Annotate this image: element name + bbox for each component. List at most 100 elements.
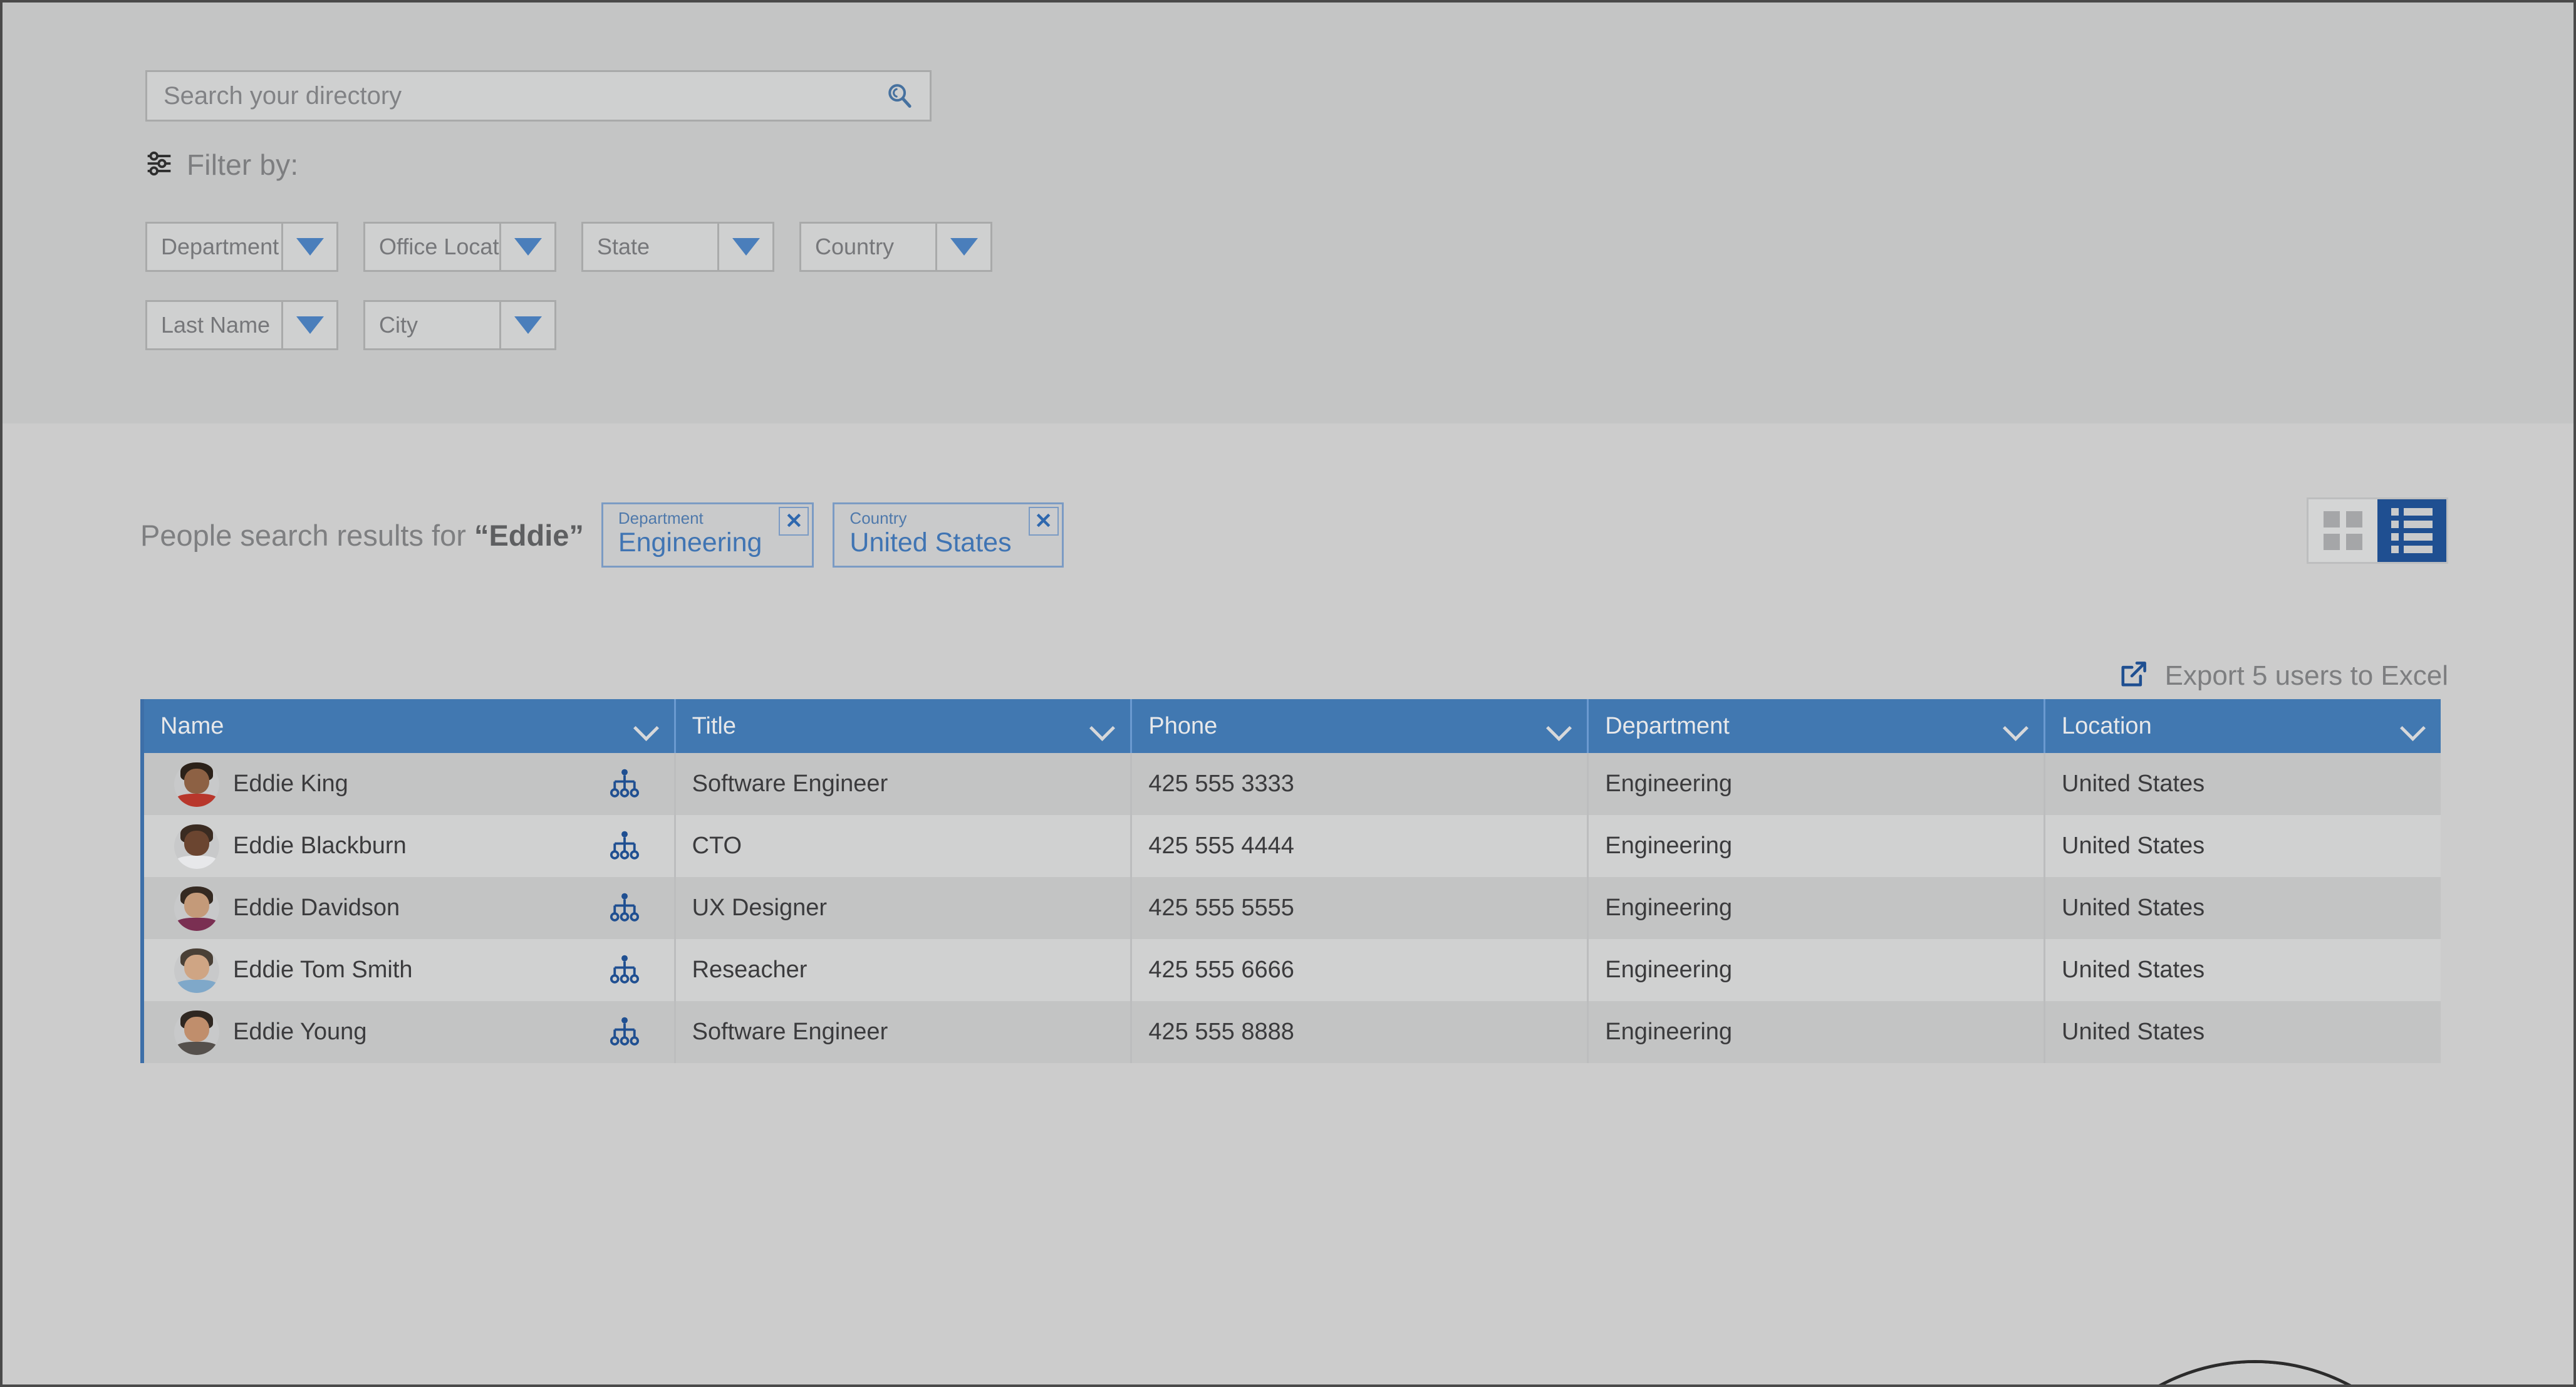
chevron-down-icon[interactable]: [935, 224, 990, 270]
cell-name[interactable]: Eddie Young: [144, 1001, 676, 1063]
sliders-icon-glyph: [147, 151, 171, 175]
person-department: Engineering: [1605, 895, 1733, 921]
filter-dropdown-office-location[interactable]: Office Location: [363, 222, 556, 272]
cell-title: Software Engineer: [676, 1001, 1133, 1063]
export-to-excel-button[interactable]: Export 5 users to Excel: [2119, 659, 2448, 692]
person-name: Eddie Blackburn: [233, 833, 407, 859]
chevron-down-icon[interactable]: [717, 224, 772, 270]
person-location: United States: [2062, 895, 2205, 921]
person-title: Reseacher: [692, 957, 808, 983]
table-row[interactable]: Eddie Young Software Engineer 425 555 8888…: [144, 1001, 2441, 1063]
person-phone: 425 555 5555: [1148, 895, 1294, 921]
list-view-button[interactable]: [2377, 499, 2446, 562]
grid-view-icon: [2324, 511, 2362, 550]
loupe-row: United States: [2056, 1363, 2454, 1384]
person-title: UX Designer: [692, 895, 828, 921]
cell-phone: 425 555 3333: [1132, 753, 1589, 815]
results-title-prefix: People search results for: [140, 518, 474, 552]
cell-department: Engineering: [1589, 815, 2046, 877]
person-title: Software Engineer: [692, 1019, 888, 1045]
filter-dropdown-state[interactable]: State: [581, 222, 774, 272]
person-phone: 425 555 4444: [1148, 833, 1294, 859]
person-phone: 425 555 8888: [1148, 1019, 1294, 1045]
close-icon[interactable]: ✕: [1028, 507, 1059, 536]
search-box[interactable]: [145, 70, 932, 122]
chevron-down-icon[interactable]: [281, 302, 336, 348]
table-row[interactable]: Eddie Davidson UX Designer 425 555 5555 Eng…: [144, 877, 2441, 939]
org-chart-icon[interactable]: [608, 829, 641, 863]
person-location: United States: [2062, 957, 2205, 983]
results-query: “Eddie”: [474, 518, 584, 552]
filter-dropdown-grid: Department Office Location State Country…: [145, 222, 1837, 378]
external-link-icon: [2119, 659, 2149, 692]
chevron-down-icon[interactable]: [499, 302, 554, 348]
filter-dropdown-label: Department: [161, 234, 279, 259]
person-name: Eddie Davidson: [233, 895, 400, 921]
table-header-row: Name Title Phone Department Location: [144, 699, 2441, 753]
cell-title: Reseacher: [676, 939, 1133, 1001]
results-header: People search results for “Eddie” Depart…: [140, 502, 1083, 568]
export-to-excel-label: Export 5 users to Excel: [2164, 660, 2448, 691]
avatar: [174, 761, 219, 807]
chevron-down-icon[interactable]: [499, 224, 554, 270]
grid-view-button[interactable]: [2309, 499, 2377, 562]
chevron-down-icon[interactable]: [1548, 719, 1571, 733]
column-header-label: Name: [160, 712, 224, 739]
filter-dropdown-label: State: [597, 234, 650, 259]
cell-phone: 425 555 4444: [1132, 815, 1589, 877]
cell-title: Software Engineer: [676, 753, 1133, 815]
table-row[interactable]: Eddie Tom Smith Reseacher 425 555 6666 Engi…: [144, 939, 2441, 1001]
chevron-down-icon[interactable]: [1091, 719, 1114, 733]
filter-dropdown-label: City: [379, 312, 418, 338]
filter-dropdown-label: Country: [815, 234, 895, 259]
person-title: Software Engineer: [692, 771, 888, 797]
magnifier-loupe: United States United States United State…: [2053, 1360, 2457, 1384]
chevron-down-icon[interactable]: [2402, 719, 2424, 733]
search-icon-glyph: [888, 84, 911, 108]
cell-name[interactable]: Eddie Blackburn: [144, 815, 676, 877]
cell-name[interactable]: Eddie Davidson: [144, 877, 676, 939]
search-input[interactable]: [147, 81, 870, 110]
org-chart-icon[interactable]: [608, 767, 641, 801]
chevron-down-icon[interactable]: [635, 719, 658, 733]
column-header-name[interactable]: Name: [144, 699, 676, 753]
search-icon[interactable]: [870, 72, 930, 120]
directory-page: Filter by: Department Office Location St…: [0, 0, 2576, 1387]
external-link-icon-glyph: [2121, 662, 2146, 687]
table-row[interactable]: Eddie King Software Engineer 425 555 3333 E…: [144, 753, 2441, 815]
column-header-department[interactable]: Department: [1589, 699, 2046, 753]
view-toggle: [2307, 497, 2448, 564]
person-title: CTO: [692, 833, 742, 859]
filter-chip-department[interactable]: Department Engineering ✕: [601, 502, 814, 568]
avatar: [174, 1009, 219, 1055]
filter-dropdown-label: Last Name: [161, 312, 271, 338]
person-phone: 425 555 6666: [1148, 957, 1294, 983]
filter-dropdown-last-name[interactable]: Last Name: [145, 300, 338, 350]
cell-name[interactable]: Eddie Tom Smith: [144, 939, 676, 1001]
filter-dropdown-country[interactable]: Country: [799, 222, 992, 272]
column-header-location[interactable]: Location: [2045, 699, 2441, 753]
org-chart-icon[interactable]: [608, 953, 641, 987]
cell-department: Engineering: [1589, 877, 2046, 939]
filter-chip-value: United States: [849, 527, 1012, 558]
filter-dropdown-city[interactable]: City: [363, 300, 556, 350]
org-chart-icon[interactable]: [608, 1016, 641, 1049]
column-header-title[interactable]: Title: [676, 699, 1133, 753]
org-chart-icon[interactable]: [608, 891, 641, 925]
column-header-label: Department: [1605, 712, 1730, 739]
filter-dropdown-department[interactable]: Department: [145, 222, 338, 272]
chevron-down-icon[interactable]: [2005, 719, 2027, 733]
close-icon[interactable]: ✕: [779, 507, 809, 536]
avatar: [174, 885, 219, 931]
chevron-down-icon[interactable]: [281, 224, 336, 270]
column-header-phone[interactable]: Phone: [1132, 699, 1589, 753]
person-department: Engineering: [1605, 957, 1733, 983]
cell-location: United States: [2045, 877, 2441, 939]
cell-title: UX Designer: [676, 877, 1133, 939]
filter-chip-country[interactable]: Country United States ✕: [833, 502, 1064, 568]
column-header-label: Title: [692, 712, 736, 739]
people-results-table: Name Title Phone Department Location Edd…: [140, 699, 2441, 1063]
table-row[interactable]: Eddie Blackburn CTO 425 555 4444 Engineerin…: [144, 815, 2441, 877]
cell-name[interactable]: Eddie King: [144, 753, 676, 815]
person-location: United States: [2062, 833, 2205, 859]
